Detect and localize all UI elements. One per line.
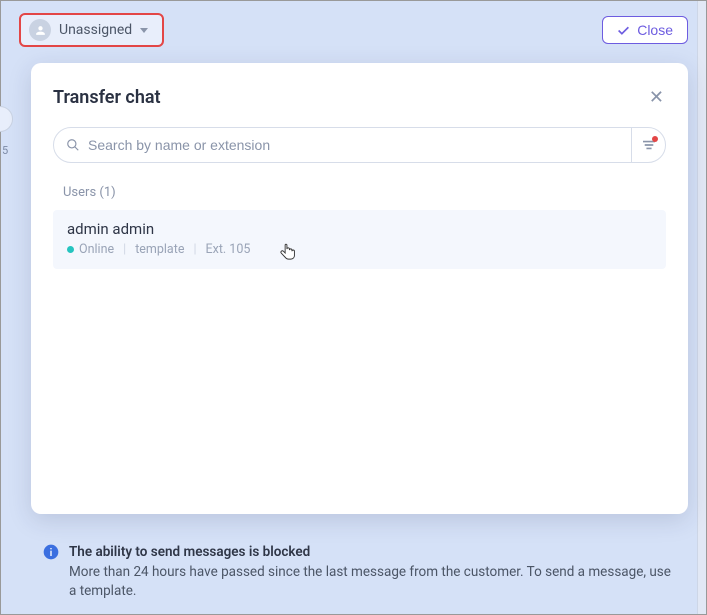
banner-heading: The ability to send messages is blocked bbox=[69, 544, 310, 560]
modal-title: Transfer chat bbox=[53, 87, 161, 108]
search-input-wrap[interactable] bbox=[54, 128, 631, 162]
filter-button[interactable] bbox=[631, 128, 665, 162]
search-icon bbox=[66, 138, 80, 152]
user-status-text: Online bbox=[79, 242, 114, 257]
user-extension: Ext. 105 bbox=[206, 242, 251, 257]
user-meta: Online | template | Ext. 105 bbox=[67, 242, 652, 257]
unread-count-partial: 5 bbox=[2, 144, 8, 157]
close-modal-button[interactable]: ✕ bbox=[647, 87, 666, 109]
assignee-dropdown[interactable]: Unassigned bbox=[19, 13, 164, 47]
filter-active-indicator bbox=[652, 136, 658, 142]
check-icon bbox=[617, 25, 630, 36]
search-input[interactable] bbox=[88, 137, 619, 153]
close-icon: ✕ bbox=[649, 87, 664, 108]
blocked-banner: The ability to send messages is blocked … bbox=[43, 543, 678, 602]
user-role: template bbox=[135, 242, 184, 257]
user-name: admin admin bbox=[67, 220, 652, 238]
meta-separator: | bbox=[123, 242, 126, 257]
banner-text: The ability to send messages is blocked … bbox=[69, 543, 678, 602]
left-cutoff: 5 bbox=[1, 106, 19, 176]
info-icon bbox=[43, 544, 59, 560]
search-bar bbox=[53, 127, 666, 163]
status-dot-icon bbox=[67, 246, 74, 253]
person-icon bbox=[29, 19, 51, 41]
banner-body: More than 24 hours have passed since the… bbox=[69, 564, 671, 600]
close-chat-button[interactable]: Close bbox=[602, 16, 688, 44]
modal-header: Transfer chat ✕ bbox=[53, 87, 666, 109]
transfer-chat-modal: Transfer chat ✕ Users (1) admin admin On… bbox=[31, 63, 688, 514]
right-gutter bbox=[697, 1, 706, 614]
chevron-down-icon bbox=[140, 28, 148, 33]
user-status: Online bbox=[67, 242, 114, 257]
meta-separator: | bbox=[193, 242, 196, 257]
assignee-label: Unassigned bbox=[59, 22, 132, 38]
close-chat-label: Close bbox=[637, 22, 673, 38]
user-row[interactable]: admin admin Online | template | Ext. 105 bbox=[53, 210, 666, 269]
users-group-label: Users (1) bbox=[53, 185, 666, 200]
chat-header: Unassigned Close bbox=[1, 1, 706, 59]
contact-avatar-partial bbox=[0, 106, 13, 132]
